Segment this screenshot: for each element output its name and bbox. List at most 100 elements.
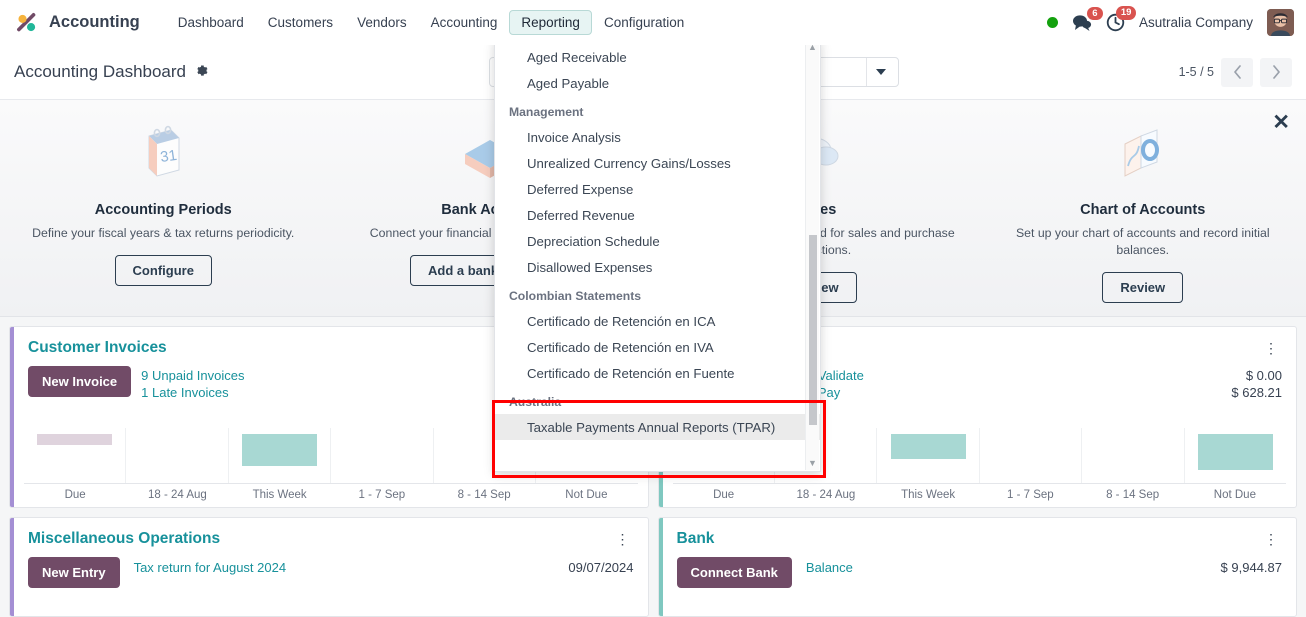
- menu-vendors[interactable]: Vendors: [345, 10, 419, 35]
- dropdown-item[interactable]: Depreciation Schedule: [495, 228, 820, 254]
- dropdown-item[interactable]: Invoice Analysis: [495, 124, 820, 150]
- chart-of-accounts-review-button[interactable]: Review: [1102, 271, 1184, 303]
- gear-icon[interactable]: [195, 64, 209, 81]
- card-stats: 1 Bills to Validate $ 0.00 2 Bills to Pa…: [765, 366, 1282, 400]
- menu-dashboard[interactable]: Dashboard: [166, 10, 256, 35]
- new-entry-button[interactable]: New Entry: [28, 557, 120, 588]
- table-row: Tax return for August 2024 09/07/2024: [134, 560, 634, 575]
- chevron-left-icon: [1233, 65, 1241, 79]
- onboarding-step-chart-of-accounts: Chart of Accounts Set up your chart of a…: [980, 118, 1306, 303]
- card-menu-icon[interactable]: ⋮: [1260, 530, 1282, 548]
- svg-text:31: 31: [159, 147, 178, 166]
- card-bank: Bank ⋮ Connect Bank Balance $ 9,944.87: [657, 517, 1297, 617]
- card-menu-icon[interactable]: ⋮: [612, 530, 634, 548]
- card-body: Connect Bank Balance $ 9,944.87: [659, 548, 1297, 588]
- graph-axis-label: 8 - 14 Sep: [457, 489, 511, 501]
- dropdown-scroll-thumb[interactable]: [809, 235, 817, 425]
- graph-column[interactable]: [877, 428, 980, 483]
- graph-axis-label: 1 - 7 Sep: [1007, 489, 1054, 501]
- configure-button[interactable]: Configure: [114, 254, 212, 286]
- graph-column[interactable]: [1082, 428, 1185, 483]
- pager-previous-button[interactable]: [1221, 57, 1253, 87]
- table-row: Balance $ 9,944.87: [806, 560, 1282, 575]
- dropdown-item[interactable]: Certificado de Retención en IVA: [495, 334, 820, 360]
- graph-axis-label: 18 - 24 Aug: [796, 489, 856, 501]
- graph-column[interactable]: [126, 428, 229, 483]
- graph-bar[interactable]: [890, 434, 966, 459]
- company-switcher[interactable]: Asutralia Company: [1139, 15, 1253, 30]
- graph-axis-label: Not Due: [565, 489, 608, 501]
- messages-badge-count: 6: [1086, 6, 1103, 21]
- new-invoice-button[interactable]: New Invoice: [28, 366, 132, 397]
- bills-to-pay-value: $ 628.21: [1231, 385, 1282, 400]
- activities-badge-count: 19: [1116, 6, 1136, 20]
- dropdown-item[interactable]: Aged Payable: [495, 70, 820, 96]
- menu-customers[interactable]: Customers: [256, 10, 345, 35]
- card-header: Miscellaneous Operations ⋮: [10, 518, 648, 548]
- dropdown-scrollbar[interactable]: ▲ ▼: [805, 40, 819, 470]
- card-rows: Balance $ 9,944.87: [806, 557, 1282, 575]
- graph-column[interactable]: [331, 428, 434, 483]
- calendar-icon: 31: [12, 118, 315, 190]
- app-name[interactable]: Accounting: [49, 13, 140, 32]
- pager-next-button[interactable]: [1260, 57, 1292, 87]
- messages-button[interactable]: 6: [1072, 6, 1103, 32]
- close-icon[interactable]: ✕: [1272, 112, 1290, 133]
- balance-label[interactable]: Balance: [806, 560, 853, 575]
- activities-button[interactable]: 19: [1106, 6, 1136, 32]
- onboarding-step-desc: Define your fiscal years & tax returns p…: [32, 226, 295, 240]
- dropdown-item[interactable]: Deferred Revenue: [495, 202, 820, 228]
- card-menu-icon[interactable]: ⋮: [1260, 339, 1282, 357]
- dropdown-item[interactable]: Disallowed Expenses: [495, 254, 820, 280]
- graph-column[interactable]: [24, 428, 127, 483]
- stat-row: 1 Bills to Validate $ 0.00: [765, 368, 1282, 383]
- tax-return-link[interactable]: Tax return for August 2024: [134, 560, 286, 575]
- graph-column[interactable]: [1185, 428, 1286, 483]
- page-title: Accounting Dashboard: [14, 62, 187, 81]
- card-miscellaneous-operations: Miscellaneous Operations ⋮ New Entry Tax…: [9, 517, 649, 617]
- dropdown-item[interactable]: Unrealized Currency Gains/Losses: [495, 150, 820, 176]
- graph-axis-label: 18 - 24 Aug: [147, 489, 207, 501]
- chart-of-accounts-icon: [992, 118, 1295, 190]
- late-invoices-link[interactable]: 1 Late Invoices: [141, 385, 228, 400]
- graph-bar[interactable]: [37, 434, 113, 445]
- graph-bar[interactable]: [242, 434, 318, 466]
- dropdown-item[interactable]: Certificado de Retención en Fuente: [495, 360, 820, 386]
- graph-bar[interactable]: [1197, 434, 1273, 470]
- dropdown-item[interactable]: Aged Receivable: [495, 44, 820, 70]
- unpaid-invoices-link[interactable]: 9 Unpaid Invoices: [141, 368, 244, 383]
- avatar[interactable]: [1267, 9, 1294, 36]
- card-title[interactable]: Bank: [677, 530, 715, 548]
- menu-reporting[interactable]: Reporting: [509, 10, 592, 35]
- graph-axis: Due 18 - 24 Aug This Week 1 - 7 Sep 8 - 14 S…: [673, 484, 1287, 501]
- search-dropdown-toggle-icon[interactable]: [865, 58, 896, 86]
- dropdown-section-header: Management: [509, 105, 584, 119]
- dropdown-item[interactable]: Taxable Payments Annual Reports (TPAR): [495, 414, 820, 440]
- tax-return-date: 09/07/2024: [568, 560, 634, 575]
- onboarding-step-desc: Set up your chart of accounts and record…: [1015, 226, 1270, 257]
- menu-accounting[interactable]: Accounting: [419, 10, 510, 35]
- dropdown-scroll-container: Aged Receivable Aged Payable Management Inv…: [495, 44, 820, 471]
- graph-column[interactable]: [229, 428, 332, 483]
- card-body: New Entry Tax return for August 2024 09/…: [10, 548, 648, 588]
- dropdown-section-header: Colombian Statements: [509, 289, 642, 303]
- reporting-dropdown-menu[interactable]: Aged Receivable Aged Payable Management Inv…: [494, 38, 821, 472]
- card-title[interactable]: Miscellaneous Operations: [28, 530, 220, 548]
- connect-bank-button[interactable]: Connect Bank: [676, 557, 792, 588]
- odoo-logo-icon[interactable]: [14, 10, 40, 36]
- graph-axis-label: Due: [713, 489, 735, 501]
- stat-row: 2 Bills to Pay $ 628.21: [765, 385, 1282, 400]
- dropdown-item[interactable]: Certificado de Retención en ICA: [495, 308, 820, 334]
- menu-configuration[interactable]: Configuration: [592, 10, 696, 35]
- scroll-down-arrow-icon[interactable]: ▼: [806, 456, 819, 470]
- dropdown-item[interactable]: Deferred Expense: [495, 176, 820, 202]
- graph-axis: Due 18 - 24 Aug This Week 1 - 7 Sep 8 - 14 S…: [24, 484, 638, 501]
- graph-column[interactable]: [980, 428, 1083, 483]
- card-title[interactable]: Customer Invoices: [28, 339, 167, 357]
- onboarding-step-title: Chart of Accounts: [1080, 202, 1206, 218]
- onboarding-step-title: Accounting Periods: [94, 202, 232, 218]
- bills-to-validate-value: $ 0.00: [1245, 368, 1282, 383]
- dropdown-section-header: Australia: [509, 395, 562, 409]
- graph-axis-label: Not Due: [1213, 489, 1256, 501]
- top-navbar: Accounting Dashboard Customers Vendors A…: [0, 0, 1306, 45]
